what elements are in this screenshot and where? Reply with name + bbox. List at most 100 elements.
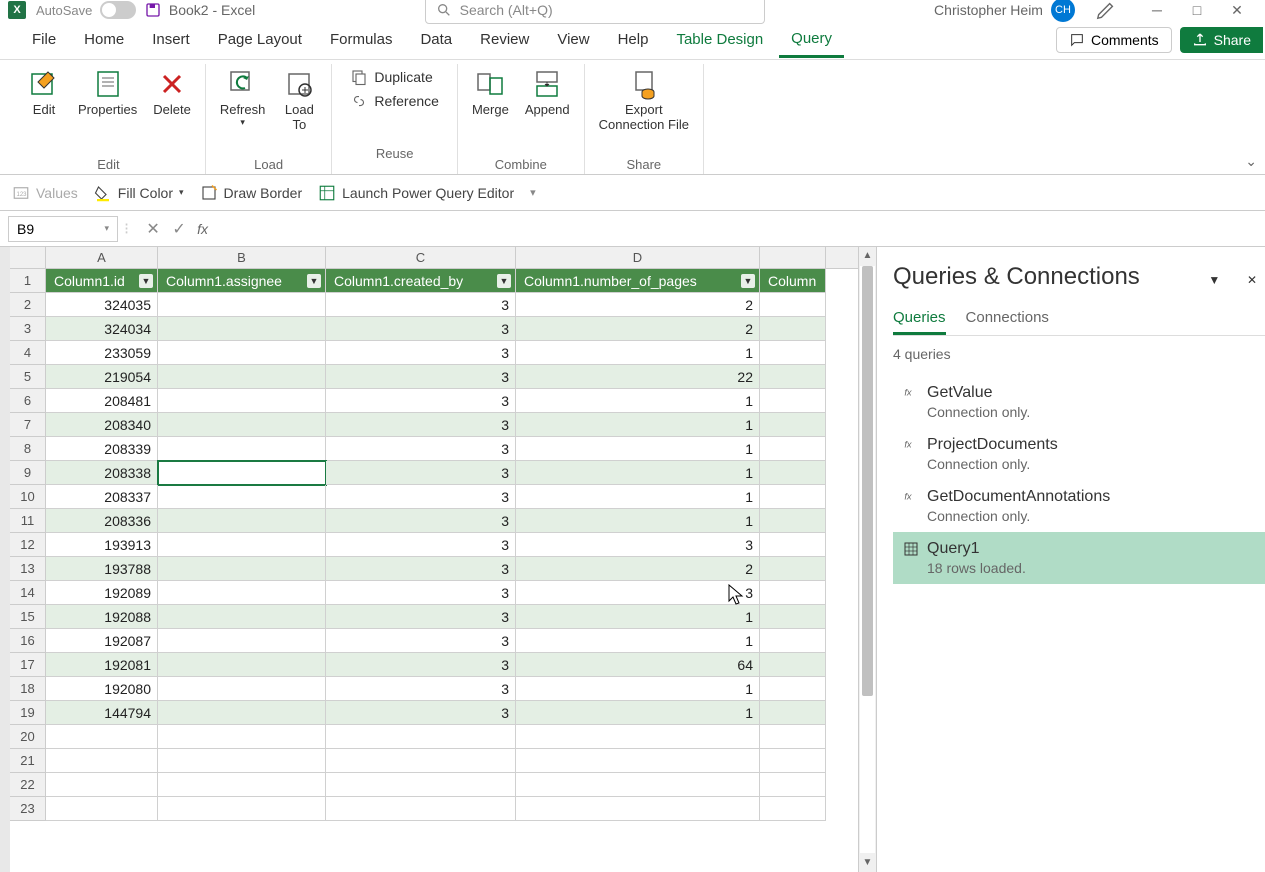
table-row[interactable]: 22: [10, 773, 858, 797]
cell[interactable]: [326, 773, 516, 797]
cell[interactable]: 3: [326, 293, 516, 317]
customize-qt-icon[interactable]: ▾: [530, 186, 536, 199]
col-header-A[interactable]: A: [46, 247, 158, 268]
name-box[interactable]: B9 ▾: [8, 216, 118, 242]
table-row[interactable]: 720834031: [10, 413, 858, 437]
table-row[interactable]: 1219391333: [10, 533, 858, 557]
cell[interactable]: 3: [326, 557, 516, 581]
tab-view[interactable]: View: [545, 23, 601, 56]
cell[interactable]: [158, 629, 326, 653]
cell[interactable]: 192089: [46, 581, 158, 605]
row-header[interactable]: 13: [10, 557, 46, 581]
col-header-E[interactable]: [760, 247, 826, 268]
row-header[interactable]: 22: [10, 773, 46, 797]
row-header[interactable]: 4: [10, 341, 46, 365]
cell[interactable]: [158, 293, 326, 317]
col-header-C[interactable]: C: [326, 247, 516, 268]
cell[interactable]: [158, 365, 326, 389]
save-icon[interactable]: [145, 2, 161, 18]
cell[interactable]: 3: [516, 581, 760, 605]
maximize-button[interactable]: □: [1177, 2, 1217, 18]
cell[interactable]: [46, 725, 158, 749]
tab-query[interactable]: Query: [779, 22, 844, 58]
cell[interactable]: 3: [326, 317, 516, 341]
table-row[interactable]: 23: [10, 797, 858, 821]
row-header[interactable]: 2: [10, 293, 46, 317]
cell[interactable]: [760, 293, 826, 317]
cell[interactable]: 192080: [46, 677, 158, 701]
cell[interactable]: 1: [516, 461, 760, 485]
table-row[interactable]: 1020833731: [10, 485, 858, 509]
table-col-header[interactable]: Column1.created_by▼: [326, 269, 516, 293]
cell[interactable]: 208481: [46, 389, 158, 413]
row-header[interactable]: 20: [10, 725, 46, 749]
tab-file[interactable]: File: [20, 23, 68, 56]
export-button[interactable]: Export Connection File: [593, 64, 695, 136]
scroll-down-icon[interactable]: ▼: [859, 854, 876, 872]
row-header[interactable]: 21: [10, 749, 46, 773]
cell[interactable]: 3: [516, 533, 760, 557]
cell[interactable]: 219054: [46, 365, 158, 389]
formula-input[interactable]: [214, 217, 1257, 241]
cell[interactable]: 233059: [46, 341, 158, 365]
cell[interactable]: [760, 701, 826, 725]
cell[interactable]: [760, 437, 826, 461]
cell[interactable]: 324034: [46, 317, 158, 341]
cell[interactable]: 3: [326, 413, 516, 437]
cell[interactable]: [760, 485, 826, 509]
table-row[interactable]: 1819208031: [10, 677, 858, 701]
launch-pq-button[interactable]: Launch Power Query Editor: [318, 184, 514, 202]
cell[interactable]: 3: [326, 509, 516, 533]
filter-icon[interactable]: ▼: [139, 274, 153, 288]
values-button[interactable]: 123 Values: [12, 184, 78, 202]
tab-pagelayout[interactable]: Page Layout: [206, 23, 314, 56]
row-header[interactable]: 18: [10, 677, 46, 701]
cell[interactable]: [760, 797, 826, 821]
loadto-button[interactable]: Load To: [275, 64, 323, 136]
table-row[interactable]: 1319378832: [10, 557, 858, 581]
row-header[interactable]: 15: [10, 605, 46, 629]
cell[interactable]: 1: [516, 413, 760, 437]
tab-insert[interactable]: Insert: [140, 23, 202, 56]
row-header[interactable]: 5: [10, 365, 46, 389]
table-row[interactable]: 820833931: [10, 437, 858, 461]
cell[interactable]: [158, 509, 326, 533]
cell[interactable]: [158, 605, 326, 629]
duplicate-button[interactable]: Duplicate: [344, 66, 445, 88]
table-row[interactable]: 1419208933: [10, 581, 858, 605]
properties-button[interactable]: Properties: [72, 64, 143, 121]
col-header-D[interactable]: D: [516, 247, 760, 268]
cell[interactable]: 1: [516, 677, 760, 701]
cell[interactable]: [760, 749, 826, 773]
cell[interactable]: [760, 341, 826, 365]
col-header-B[interactable]: B: [158, 247, 326, 268]
tab-home[interactable]: Home: [72, 23, 136, 56]
cell[interactable]: [158, 461, 326, 485]
cell[interactable]: [326, 749, 516, 773]
table-row[interactable]: 21: [10, 749, 858, 773]
cell[interactable]: [158, 341, 326, 365]
cell[interactable]: 2: [516, 293, 760, 317]
table-row[interactable]: 1914479431: [10, 701, 858, 725]
cell[interactable]: [158, 557, 326, 581]
cell[interactable]: 144794: [46, 701, 158, 725]
cell[interactable]: [760, 509, 826, 533]
tab-review[interactable]: Review: [468, 23, 541, 56]
row-header[interactable]: 6: [10, 389, 46, 413]
cell[interactable]: [326, 797, 516, 821]
tab-formulas[interactable]: Formulas: [318, 23, 405, 56]
cell[interactable]: [760, 629, 826, 653]
table-col-header[interactable]: Column1.id▼: [46, 269, 158, 293]
table-row[interactable]: 1619208731: [10, 629, 858, 653]
close-button[interactable]: ✕: [1217, 2, 1257, 19]
cancel-formula-button[interactable]: ✕: [143, 219, 163, 239]
user-avatar[interactable]: CH: [1051, 0, 1075, 22]
fillcolor-button[interactable]: Fill Color ▾: [94, 184, 184, 202]
cell[interactable]: [158, 653, 326, 677]
cell[interactable]: [158, 725, 326, 749]
cell[interactable]: [158, 533, 326, 557]
row-header[interactable]: 19: [10, 701, 46, 725]
scroll-up-icon[interactable]: ▲: [859, 247, 876, 265]
row-header[interactable]: 16: [10, 629, 46, 653]
select-all-corner[interactable]: [10, 247, 46, 268]
